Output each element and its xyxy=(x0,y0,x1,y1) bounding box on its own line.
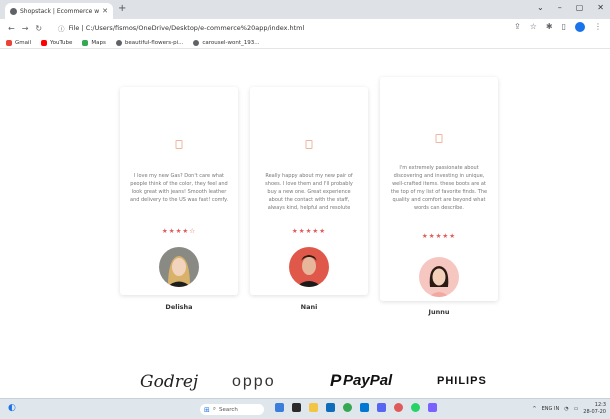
info-icon[interactable]: ⓘ xyxy=(58,23,65,33)
clock-time: 12:3 xyxy=(594,402,606,408)
customer-name: Delisha xyxy=(165,303,193,311)
taskbar-apps xyxy=(275,403,437,412)
address-bar: ← → ↻ ⓘ File | C:/Users/fismos/OneDrive/… xyxy=(0,19,610,37)
bookmark-label: beautiful-flowers-pi... xyxy=(124,39,184,46)
bookmark-youtube[interactable]: YouTube xyxy=(41,39,73,46)
share-icon[interactable]: ⇪ xyxy=(514,22,521,32)
youtube-icon xyxy=(41,39,48,46)
brand-logo-godrej: Godrej xyxy=(140,372,199,392)
bookmark-maps[interactable]: Maps xyxy=(82,39,106,46)
avatar xyxy=(419,257,459,297)
bookmark-carousel[interactable]: carousel-wont_193... xyxy=(193,39,260,46)
quote-icon xyxy=(435,134,443,143)
windows-start-icon[interactable]: ⊞ xyxy=(204,406,210,414)
testimonial-text: I love my new Gas? Don't care what peopl… xyxy=(130,173,229,203)
star-icon[interactable]: ☆ xyxy=(530,22,537,32)
testimonial-card: Really happy about my new pair of shoes.… xyxy=(250,87,368,311)
reload-icon[interactable]: ↻ xyxy=(35,24,42,33)
screen: Shopstack | Ecommerce website ✕ + ⌄ – ▢ … xyxy=(0,0,610,419)
quote-icon xyxy=(175,140,183,149)
tab-title: Shopstack | Ecommerce website xyxy=(20,7,100,15)
back-icon[interactable]: ← xyxy=(8,24,15,33)
bookmarks-bar: Gmail YouTube Maps beautiful-flowers-pi.… xyxy=(0,37,610,49)
vscode-icon[interactable] xyxy=(326,403,335,412)
language-indicator[interactable]: ENG IN xyxy=(542,406,560,412)
wifi-icon[interactable]: ◔ xyxy=(564,406,568,412)
extensions-icon[interactable]: ✱ xyxy=(546,22,553,32)
profile-avatar-icon[interactable] xyxy=(575,22,585,32)
battery-icon[interactable]: ▭ xyxy=(574,406,579,412)
browser-tab[interactable]: Shopstack | Ecommerce website ✕ xyxy=(5,3,113,19)
testimonial-card: I love my new Gas? Don't care what peopl… xyxy=(120,87,238,311)
clock-date: 28-07-20 xyxy=(583,409,606,415)
brand-logo-paypal: PayPal xyxy=(343,372,393,389)
browser-tab-bar: Shopstack | Ecommerce website ✕ + ⌄ – ▢ … xyxy=(0,0,610,19)
globe-icon xyxy=(115,39,122,46)
rating-stars: ★★★★☆ xyxy=(161,227,197,235)
weather-icon[interactable]: ◐ xyxy=(8,403,16,413)
minimize-icon[interactable]: – xyxy=(558,3,562,12)
system-tray: ^ ENG IN ◔ ▭ 12:3 28-07-20 xyxy=(532,402,606,416)
maps-icon xyxy=(82,39,89,46)
url-field[interactable]: ⓘ File | C:/Users/fismos/OneDrive/Deskto… xyxy=(58,22,538,34)
avatar xyxy=(289,247,329,287)
tab-close-icon[interactable]: ✕ xyxy=(102,7,113,15)
testimonial-text: Really happy about my new pair of shoes.… xyxy=(265,173,353,211)
bookmark-label: YouTube xyxy=(50,39,73,46)
file-explorer-icon[interactable] xyxy=(309,403,318,412)
tab-favicon-icon xyxy=(10,7,17,15)
quote-icon xyxy=(305,140,313,149)
gmail-icon xyxy=(6,39,12,46)
chrome-icon[interactable] xyxy=(343,403,352,412)
rating-stars: ★★★★★ xyxy=(291,227,327,235)
paypal-icon: P xyxy=(330,371,342,390)
browser-icon[interactable] xyxy=(394,403,403,412)
customer-name: Junnu xyxy=(428,308,450,316)
task-view-icon[interactable] xyxy=(275,403,284,412)
new-tab-icon[interactable]: + xyxy=(118,3,126,14)
sidebar-icon[interactable]: ▯ xyxy=(562,22,566,32)
brand-logos: Godrej oppo P PayPal PHILIPS xyxy=(0,368,610,394)
testimonial-card: I'm extremely passionate about discoveri… xyxy=(380,77,498,316)
bookmark-gmail[interactable]: Gmail xyxy=(6,39,32,46)
url-text: File | C:/Users/fismos/OneDrive/Desktop/… xyxy=(68,24,305,32)
teams-icon[interactable] xyxy=(428,403,437,412)
search-icon: ⌕ xyxy=(212,406,216,412)
customer-name: Nani xyxy=(300,303,318,311)
window-controls: ⌄ – ▢ ✕ xyxy=(537,3,604,12)
whatsapp-icon[interactable] xyxy=(411,403,420,412)
page-content: I love my new Gas? Don't care what peopl… xyxy=(0,50,610,398)
terminal-icon[interactable] xyxy=(292,403,301,412)
forward-icon[interactable]: → xyxy=(22,24,29,33)
brand-logo-philips: PHILIPS xyxy=(437,375,487,387)
bookmark-label: Gmail xyxy=(15,39,32,46)
maximize-icon[interactable]: ▢ xyxy=(576,3,584,12)
bookmark-label: Maps xyxy=(91,39,106,46)
app-icon[interactable] xyxy=(377,403,386,412)
rating-stars: ★★★★★ xyxy=(421,232,457,240)
avatar xyxy=(159,247,199,287)
chevron-up-icon[interactable]: ^ xyxy=(532,406,536,412)
store-icon[interactable] xyxy=(360,403,369,412)
taskbar: ◐ ⊞ ⌕ Search ^ ENG IN ◔ ▭ 12:3 28-07-20 xyxy=(0,398,610,419)
taskbar-search-label: Search xyxy=(218,406,238,413)
bookmark-label: carousel-wont_193... xyxy=(202,39,260,46)
bookmark-flowers[interactable]: beautiful-flowers-pi... xyxy=(115,39,184,46)
brand-logo-oppo: oppo xyxy=(232,373,276,390)
globe-icon xyxy=(193,39,200,46)
taskbar-search[interactable]: ⊞ ⌕ Search xyxy=(200,404,264,415)
testimonial-text: I'm extremely passionate about discoveri… xyxy=(390,165,488,211)
close-icon[interactable]: ✕ xyxy=(597,3,604,12)
clock[interactable]: 12:3 28-07-20 xyxy=(583,402,606,416)
menu-icon[interactable]: ⋮ xyxy=(594,22,602,32)
chevron-down-icon[interactable]: ⌄ xyxy=(537,3,544,12)
